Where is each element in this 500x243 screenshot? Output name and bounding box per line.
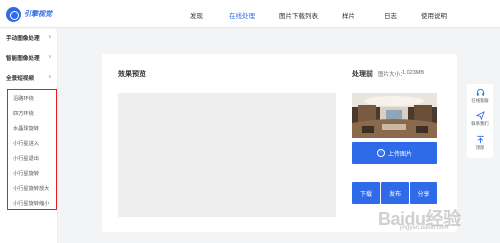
preview-area	[118, 93, 336, 217]
nav-online-processing[interactable]: 在线处理	[229, 10, 255, 20]
share-button[interactable]: 分享	[410, 182, 437, 204]
sidebar-item-four-way-orbit[interactable]: 四方环绕	[13, 110, 34, 117]
brand-name: 引擎视觉	[24, 11, 52, 18]
sidebar-item-planet-rotate-zoom-out[interactable]: 小行星旋转缩小	[13, 200, 49, 207]
sidebar-item-planet-exit[interactable]: 小行星退出	[13, 155, 39, 162]
contact-us-button[interactable]: 联系我们	[467, 111, 493, 127]
online-support-button[interactable]: 在线客服	[467, 88, 493, 104]
sidebar-item-planet-rotate[interactable]: 小行星旋转	[13, 170, 39, 177]
back-to-top-label: 顶部	[475, 145, 485, 150]
preview-title: 效果预览	[118, 71, 146, 78]
upload-image-button[interactable]: ↑ 上传图片	[352, 142, 437, 164]
nav-instructions[interactable]: 使用说明	[421, 10, 447, 20]
send-icon	[475, 111, 485, 120]
nav-log[interactable]: 日志	[384, 10, 397, 20]
download-button[interactable]: 下载	[352, 182, 380, 204]
brand-logo[interactable]: 引擎视觉	[6, 6, 52, 22]
nav-samples[interactable]: 样片	[342, 10, 355, 20]
sidebar-group-panorama-video[interactable]: 全景短视频	[6, 74, 34, 82]
headset-icon	[476, 88, 484, 96]
upload-button-label: 上传图片	[387, 151, 412, 158]
sidebar-item-planet-enter[interactable]: 小行星进入	[13, 140, 39, 147]
before-title: 处理前	[352, 71, 373, 78]
online-support-label: 在线客服	[471, 98, 489, 103]
chevron-up-icon[interactable]: ∧	[48, 74, 52, 80]
contact-us-label: 联系我们	[471, 121, 489, 126]
watermark-url: jingyan.baidu.com	[400, 225, 449, 231]
back-to-top-button[interactable]: 顶部	[467, 135, 493, 151]
floating-toolbar: 在线客服 联系我们 顶部	[467, 84, 493, 158]
top-navbar: 引擎视觉 发现 在线处理 图片下载列表 样片 日志 使用说明	[0, 0, 500, 28]
sidebar-item-road-orbit[interactable]: 沿路环绕	[13, 95, 34, 102]
logo-icon	[6, 6, 21, 22]
sidebar-group-manual[interactable]: 手动图像处理	[6, 34, 40, 42]
baidu-jingyan-watermark: Baidu经验 jingyan.baidu.com	[378, 205, 461, 231]
nav-download-list[interactable]: 图片下载列表	[279, 10, 318, 20]
sidebar-item-planet-rotate-zoom-in[interactable]: 小行星旋转放大	[13, 185, 49, 192]
arrow-up-icon	[476, 135, 484, 144]
nav-discover[interactable]: 发现	[190, 10, 203, 20]
panorama-effects-list: 沿路环绕 四方环绕 水晶球旋转 小行星进入 小行星退出 小行星旋转 小行星旋转放…	[7, 89, 57, 210]
chevron-down-icon[interactable]: ∨	[48, 54, 52, 60]
source-image-thumbnail	[352, 93, 437, 138]
file-size-value: 1.023MB	[402, 70, 425, 76]
upload-icon: ↑	[376, 149, 385, 157]
chevron-down-icon[interactable]: ∨	[48, 34, 52, 40]
sidebar-group-smart[interactable]: 智能图像处理	[6, 54, 40, 62]
sidebar-item-crystal-ball[interactable]: 水晶球旋转	[13, 125, 39, 132]
publish-button[interactable]: 发布	[381, 182, 409, 204]
